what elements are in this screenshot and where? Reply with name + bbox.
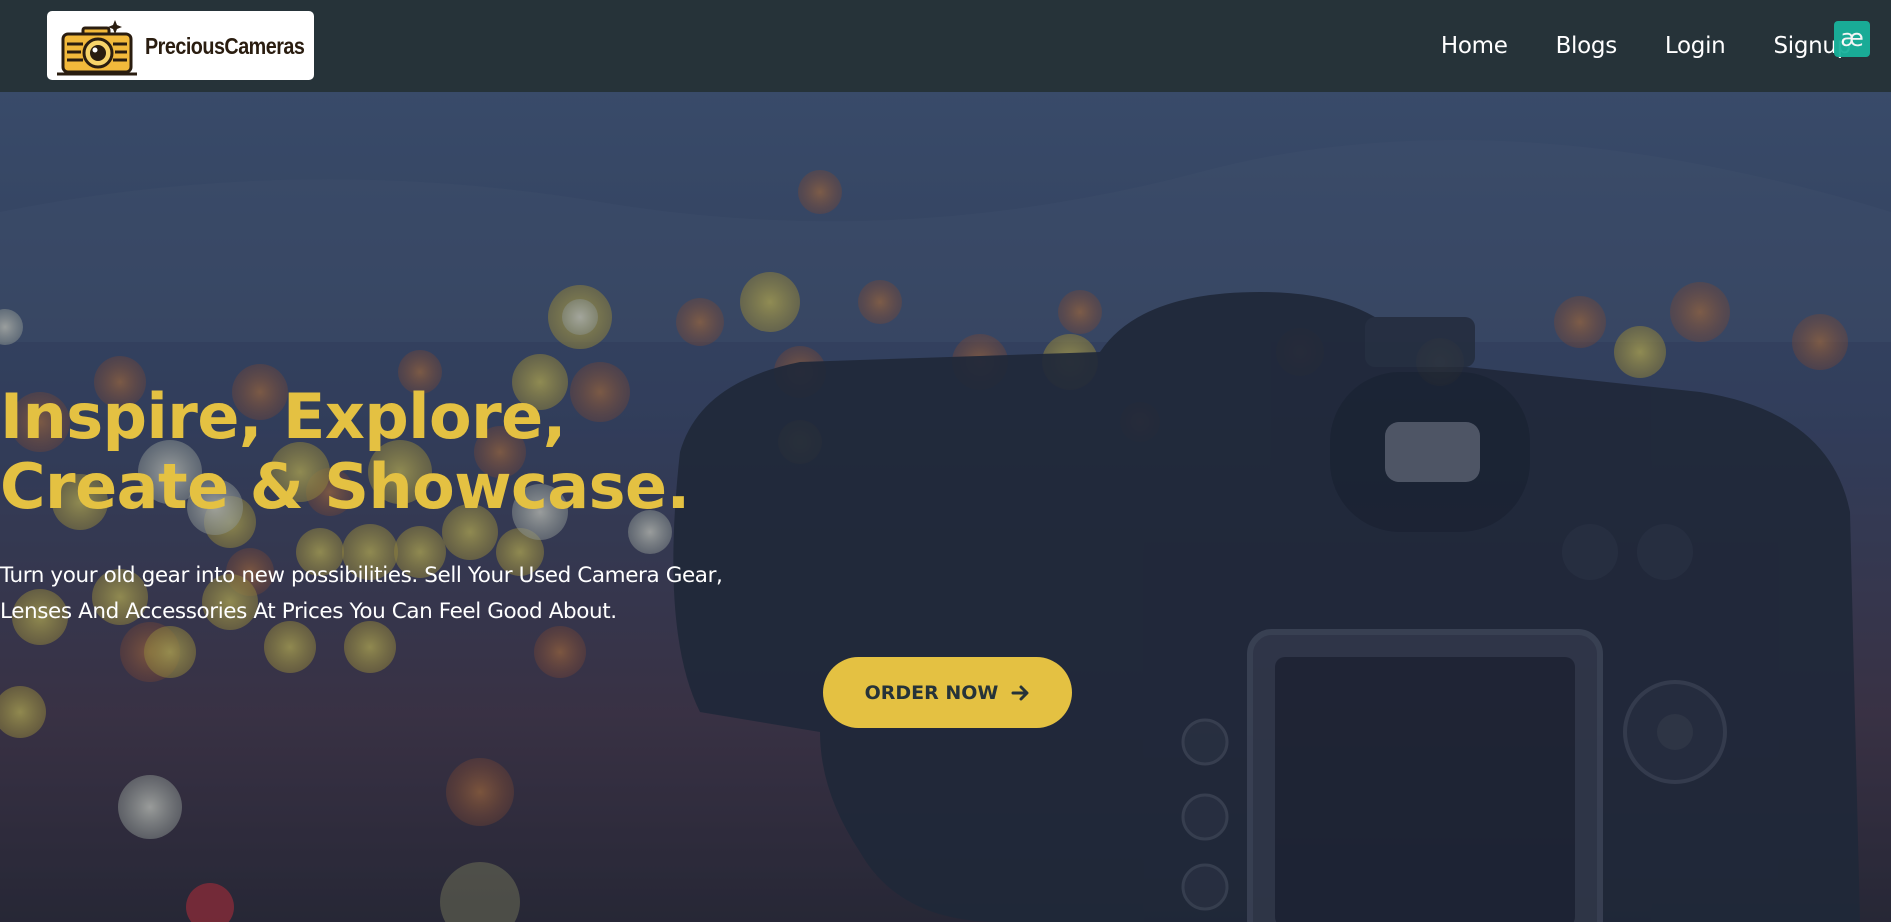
nav-blogs-link[interactable]: Blogs (1556, 33, 1618, 59)
hero-title-line2: Create & Showcase. (0, 450, 690, 523)
main-nav: Home Blogs Login Signup (1393, 0, 1851, 92)
brand-name: PreciousCameras (145, 33, 305, 59)
hero-subtitle-line1: Turn your old gear into new possibilitie… (0, 563, 723, 588)
nav-login-link[interactable]: Login (1665, 33, 1726, 59)
arrow-right-icon (1011, 685, 1029, 700)
camera-icon (57, 20, 137, 76)
hero-title: Inspire, Explore, Create & Showcase. (0, 382, 1891, 522)
top-navbar: PreciousCameras Home Blogs Login Signup … (0, 0, 1891, 92)
brand-logo[interactable]: PreciousCameras (47, 11, 314, 80)
hero-subtitle-line2: Lenses And Accessories At Prices You Can… (0, 599, 617, 624)
order-now-label: ORDER NOW (864, 681, 999, 704)
hero-subtitle: Turn your old gear into new possibilitie… (0, 558, 1891, 630)
order-now-button[interactable]: ORDER NOW (823, 657, 1072, 728)
hero-title-line1: Inspire, Explore, (0, 380, 566, 453)
nav-home-link[interactable]: Home (1441, 33, 1508, 59)
hero-section: Nikon Inspire, Explore, Create & Showcas… (0, 92, 1891, 922)
browser-extension-icon[interactable]: æ (1834, 21, 1870, 57)
